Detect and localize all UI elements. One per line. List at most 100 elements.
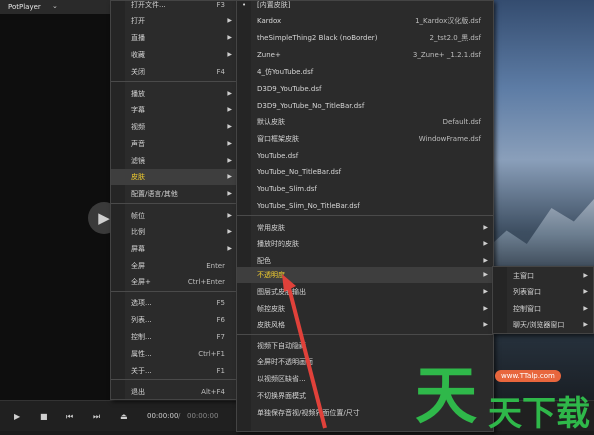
menu-item[interactable]: theSimpleThing2 Black (noBorder) 2_tst2.0…	[237, 30, 493, 46]
menu-item[interactable]: D3D9_YouTube_No_TitleBar.dsf	[237, 98, 493, 114]
submenu-arrow-icon: ▶	[227, 190, 232, 197]
menu-item[interactable]: 选项... F5	[111, 295, 237, 311]
menu-item[interactable]: 关闭 F4	[111, 64, 237, 80]
menu-item[interactable]: 聊天/浏览器窗口 ▶	[493, 317, 593, 333]
menu-item[interactable]: 滤镜 ▶	[111, 153, 237, 169]
submenu-arrow-icon: ▶	[483, 224, 488, 231]
menu-item[interactable]: 字幕 ▶	[111, 102, 237, 118]
menu-item[interactable]: 声音 ▶	[111, 136, 237, 152]
menu-item[interactable]: Zune+ 3_Zune+ _1.2.1.dsf	[237, 47, 493, 63]
menu-item[interactable]: 不透明度 ▶	[237, 267, 493, 283]
submenu-arrow-icon: ▶	[483, 321, 488, 328]
menu-item[interactable]: 默认皮肤 Default.dsf	[237, 114, 493, 130]
menu-item[interactable]: 帧控皮肤 ▶	[237, 301, 493, 317]
menu-item-shortcut: F4	[216, 68, 225, 76]
menu-item[interactable]: 配置/语言/其他 ▶	[111, 186, 237, 202]
watermark-site: www.TTalp.com	[495, 370, 561, 382]
menu-item[interactable]: 全屏 Enter	[111, 258, 237, 274]
menu-item[interactable]: 打开 ▶	[111, 13, 237, 29]
menu-item-label: 字幕	[131, 106, 145, 114]
menu-item[interactable]: 帧位 ▶	[111, 208, 237, 224]
menu-item[interactable]: D3D9_YouTube.dsf	[237, 81, 493, 97]
menu-item-shortcut: 1_Kardox汉化版.dsf	[415, 17, 481, 25]
menu-item-label: [内置皮肤]	[257, 1, 291, 9]
menu-item[interactable]: 视频 ▶	[111, 119, 237, 135]
menu-item[interactable]: 退出 Alt+F4	[111, 384, 237, 400]
submenu-arrow-icon: ▶	[583, 321, 588, 328]
menu-item[interactable]: 全屏+ Ctrl+Enter	[111, 274, 237, 290]
menu-item-label: 收藏	[131, 51, 145, 59]
menu-separator	[237, 334, 493, 335]
title-bar[interactable]: PotPlayer ⌄	[0, 0, 110, 14]
menu-item[interactable]: 屏幕 ▶	[111, 241, 237, 257]
menu-item-label: 主窗口	[513, 272, 534, 280]
menu-item[interactable]: [内置皮肤] •	[237, 0, 493, 13]
radio-dot-icon: •	[242, 1, 247, 9]
submenu-arrow-icon: ▶	[583, 272, 588, 279]
menu-item[interactable]: 控制... F7	[111, 329, 237, 345]
menu-separator	[237, 215, 493, 216]
menu-item[interactable]: 主窗口 ▶	[493, 268, 593, 284]
submenu-arrow-icon: ▶	[227, 90, 232, 97]
menu-item[interactable]: 皮肤风格 ▶	[237, 317, 493, 333]
menu-separator	[111, 203, 237, 204]
menu-item[interactable]: 列表窗口 ▶	[493, 284, 593, 300]
menu-item[interactable]: 控制窗口 ▶	[493, 301, 593, 317]
menu-item-label: 关于...	[131, 367, 152, 375]
menu-item-label: YouTube_No_TitleBar.dsf	[257, 168, 342, 176]
watermark-char-4: 载	[556, 394, 590, 434]
menu-item[interactable]: YouTube_Slim_No_TitleBar.dsf	[237, 198, 493, 214]
menu-item-shortcut: 3_Zune+ _1.2.1.dsf	[412, 51, 481, 59]
menu-item-label: 关闭	[131, 68, 145, 76]
menu-item[interactable]: Kardox 1_Kardox汉化版.dsf	[237, 13, 493, 29]
menu-item[interactable]: YouTube_Slim.dsf	[237, 181, 493, 197]
menu-item-label: 属性...	[131, 350, 152, 358]
menu-item-shortcut: F3	[216, 1, 225, 9]
app-menu-chevron-icon[interactable]: ⌄	[52, 2, 58, 10]
time-current: 00:00:00	[147, 412, 179, 420]
menu-item[interactable]: 4_仿YouTube.dsf	[237, 64, 493, 80]
menu-item[interactable]: 皮肤 ▶	[111, 169, 237, 185]
menu-item[interactable]: 打开文件... F3	[111, 0, 237, 13]
submenu-arrow-icon: ▶	[583, 305, 588, 312]
menu-item[interactable]: 播放时的皮肤 ▶	[237, 236, 493, 252]
time-total: 00:00:00	[187, 412, 219, 420]
prev-icon[interactable]: ⏮	[66, 412, 73, 422]
submenu-arrow-icon: ▶	[227, 212, 232, 219]
menu-item-label: 比例	[131, 228, 145, 236]
menu-item[interactable]: 关于... F1	[111, 363, 237, 379]
menu-item-label: 播放时的皮肤	[257, 240, 299, 248]
menu-item-label: 4_仿YouTube.dsf	[257, 68, 314, 76]
menu-item-shortcut: Ctrl+Enter	[187, 278, 225, 286]
menu-item-label: 播放	[131, 90, 145, 98]
menu-item[interactable]: 窗口框架皮肤 WindowFrame.dsf	[237, 131, 493, 147]
menu-item[interactable]: 列表... F6	[111, 312, 237, 328]
menu-item[interactable]: 直播 ▶	[111, 30, 237, 46]
submenu-arrow-icon: ▶	[227, 173, 232, 180]
submenu-arrow-icon: ▶	[227, 17, 232, 24]
menu-item-label: 屏幕	[131, 245, 145, 253]
menu-item-label: 窗口框架皮肤	[257, 135, 299, 143]
menu-item[interactable]: YouTube.dsf	[237, 148, 493, 164]
menu-item[interactable]: YouTube_No_TitleBar.dsf	[237, 164, 493, 180]
app-name[interactable]: PotPlayer	[8, 3, 41, 11]
menu-item[interactable]: 比例 ▶	[111, 224, 237, 240]
background-photo	[482, 0, 594, 400]
submenu-arrow-icon: ▶	[227, 123, 232, 130]
stop-icon[interactable]: ■	[40, 412, 48, 421]
next-icon[interactable]: ⏭	[93, 412, 100, 422]
menu-item[interactable]: 播放 ▶	[111, 86, 237, 102]
menu-item[interactable]: 属性... Ctrl+F1	[111, 346, 237, 362]
menu-item-label: 默认皮肤	[257, 118, 285, 126]
menu-item-shortcut: Enter	[206, 262, 225, 270]
menu-item[interactable]: 图层式皮肤输出 ▶	[237, 284, 493, 300]
submenu-arrow-icon: ▶	[227, 228, 232, 235]
eject-icon[interactable]: ⏏	[120, 412, 128, 421]
menu-item[interactable]: 常用皮肤 ▶	[237, 220, 493, 236]
menu-item-shortcut: Default.dsf	[442, 118, 481, 126]
menu-item-shortcut: WindowFrame.dsf	[418, 135, 481, 143]
play-icon[interactable]: ▶	[14, 412, 20, 421]
red-arrow-icon	[282, 274, 327, 429]
menu-item[interactable]: 收藏 ▶	[111, 47, 237, 63]
menu-item-label: 退出	[131, 388, 145, 396]
